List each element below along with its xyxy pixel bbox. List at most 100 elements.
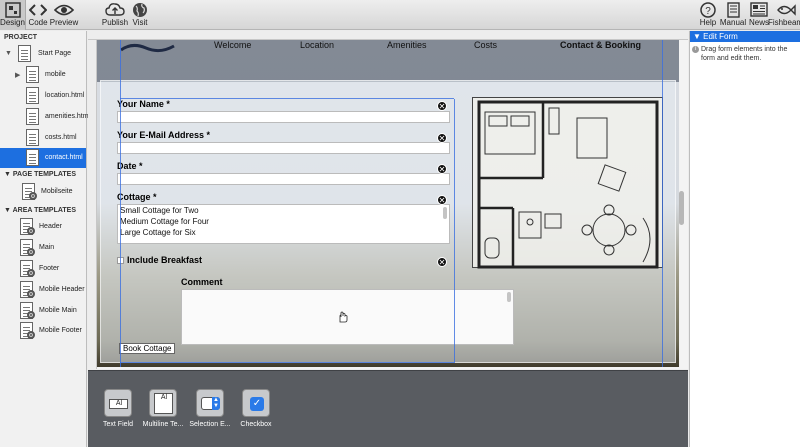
fishbeam-button[interactable]: Fishbeam	[767, 0, 800, 30]
visit-button[interactable]: Visit	[129, 0, 151, 30]
date-field[interactable]	[117, 173, 450, 185]
edit-form-header[interactable]: ▼ Edit Form	[690, 31, 800, 42]
breakfast-label: Include Breakfast	[127, 255, 203, 265]
cottage-select[interactable]: Small Cottage for Two Medium Cottage for…	[117, 204, 450, 244]
sidebar-item-amenities[interactable]: amenities.html	[0, 107, 90, 127]
design-icon	[3, 1, 23, 18]
checkbox-icon: ✓	[242, 389, 270, 417]
chevron-right-icon[interactable]: ▶	[15, 71, 20, 79]
nav-item-amenities[interactable]: Amenities	[387, 40, 427, 50]
sidebar-item-label: Header	[39, 223, 62, 230]
sidebar-item-costs[interactable]: costs.html	[0, 128, 86, 148]
gear-icon	[29, 192, 37, 200]
listbox-scrollbar[interactable]	[443, 207, 447, 219]
remove-field-icon[interactable]: ✕	[437, 257, 447, 267]
canvas-vertical-scrollbar[interactable]	[679, 191, 684, 225]
remove-field-icon[interactable]: ✕	[437, 164, 447, 174]
sidebar-item-footer[interactable]: Footer	[0, 259, 86, 279]
palette-label: Text Field	[103, 421, 133, 428]
page-icon	[26, 129, 39, 146]
area-templates-label: AREA TEMPLATES	[12, 207, 77, 214]
sidebar-item-contact[interactable]: contact.html	[0, 148, 86, 168]
gear-icon	[27, 290, 35, 298]
page-templates-header: ▼ PAGE TEMPLATES	[0, 170, 76, 180]
multiline-glyph: Al	[154, 393, 173, 414]
textarea-scrollbar[interactable]	[507, 292, 511, 302]
name-field[interactable]	[117, 111, 450, 123]
fishbeam-icon	[776, 1, 796, 18]
design-button[interactable]: Design	[0, 0, 26, 30]
sidebar-item-mobile-footer[interactable]: Mobile Footer	[0, 321, 86, 341]
chevron-down-icon[interactable]: ▼	[4, 171, 13, 178]
form-bounds-guide	[454, 99, 455, 363]
globe-icon	[130, 1, 150, 18]
sidebar-item-mobilseite[interactable]: Mobilseite	[0, 182, 86, 202]
nav-item-welcome[interactable]: Welcome	[214, 40, 251, 50]
gear-icon	[27, 331, 35, 339]
hand-cursor-icon	[339, 311, 348, 323]
form-bounds-guide	[120, 98, 454, 99]
chevron-down-icon[interactable]: ▼	[4, 207, 13, 214]
page-icon	[26, 149, 39, 166]
page-preview[interactable]: Welcome Location Amenities Costs Contact…	[97, 40, 679, 367]
fishbeam-label: Fishbeam	[767, 18, 800, 27]
form-elements-palette: Al Text Field Al Multiline Te... ▲ ▼ Sele…	[88, 370, 688, 447]
cottage-option[interactable]: Medium Cottage for Four	[118, 216, 449, 227]
chevron-down-icon[interactable]: ▼	[693, 32, 703, 41]
edit-form-info-text: Drag form elements into the form and edi…	[701, 46, 788, 62]
visit-label: Visit	[132, 18, 148, 27]
sidebar-item-mobile-header[interactable]: Mobile Header	[0, 280, 86, 300]
palette-text-field[interactable]: Al Text Field	[103, 389, 133, 428]
page-templates-label: PAGE TEMPLATES	[12, 171, 77, 178]
inspector-panel: ▼ Edit Form i Drag form elements into th…	[689, 31, 800, 447]
layout-guide	[120, 40, 121, 367]
sidebar-item-label: Main	[39, 244, 55, 251]
nav-item-location[interactable]: Location	[300, 40, 334, 50]
sidebar-item-label: Mobile Header	[39, 286, 85, 293]
design-canvas[interactable]: Welcome Location Amenities Costs Contact…	[88, 31, 688, 369]
sidebar-item-label: Mobilseite	[41, 188, 73, 195]
sidebar-item-location[interactable]: location.html	[0, 86, 86, 106]
sidebar-item-mobile-main[interactable]: Mobile Main	[0, 301, 86, 321]
edit-form-info: i Drag form elements into the form and e…	[692, 45, 798, 63]
remove-field-icon[interactable]: ✕	[437, 133, 447, 143]
project-header: PROJECT	[4, 34, 38, 41]
horizontal-ruler	[88, 31, 688, 40]
chevron-down-icon[interactable]: ▼	[5, 50, 12, 57]
help-label: Help	[699, 18, 717, 27]
code-label: Code	[28, 18, 48, 27]
palette-selection[interactable]: ▲ ▼ Selection E...	[189, 389, 231, 428]
nav-item-contact-booking[interactable]: Contact & Booking	[560, 40, 641, 50]
info-icon: i	[692, 46, 699, 53]
sidebar-item-label: location.html	[45, 92, 85, 99]
preview-icon	[54, 1, 74, 18]
help-button[interactable]: ? Help	[697, 0, 719, 30]
email-field[interactable]	[117, 142, 450, 154]
remove-field-icon[interactable]: ✕	[437, 101, 447, 111]
publish-button[interactable]: Publish	[102, 0, 128, 30]
remove-field-icon[interactable]: ✕	[437, 195, 447, 205]
sidebar-item-mobile[interactable]: ▶ mobile	[0, 65, 86, 85]
code-button[interactable]: Code	[27, 0, 49, 30]
palette-multiline-text[interactable]: Al Multiline Te...	[143, 389, 183, 428]
sidebar-item-start-page[interactable]: ▼ Start Page	[0, 44, 86, 64]
main-toolbar: Design Code Preview Publish Visit ? Help	[0, 0, 800, 30]
cottage-option[interactable]: Small Cottage for Two	[118, 205, 449, 216]
preview-button[interactable]: Preview	[50, 0, 78, 30]
manual-button[interactable]: Manual	[720, 0, 746, 30]
sidebar-item-main[interactable]: Main	[0, 238, 86, 258]
comment-label: Comment	[181, 277, 223, 287]
nav-item-costs[interactable]: Costs	[474, 40, 497, 50]
comment-textarea[interactable]	[181, 289, 514, 345]
name-label: Your Name *	[117, 99, 170, 109]
news-button[interactable]: News	[748, 0, 770, 30]
vertical-ruler	[88, 40, 97, 369]
site-nav[interactable]: Welcome Location Amenities Costs Contact…	[97, 40, 679, 82]
layout-guide	[662, 40, 663, 367]
palette-checkbox[interactable]: ✓ Checkbox	[240, 389, 272, 428]
help-icon: ?	[698, 1, 718, 18]
book-cottage-button[interactable]: Book Cottage	[119, 343, 176, 354]
cottage-label: Cottage *	[117, 192, 157, 202]
cottage-option[interactable]: Large Cottage for Six	[118, 227, 449, 238]
sidebar-item-header[interactable]: Header	[0, 217, 86, 237]
